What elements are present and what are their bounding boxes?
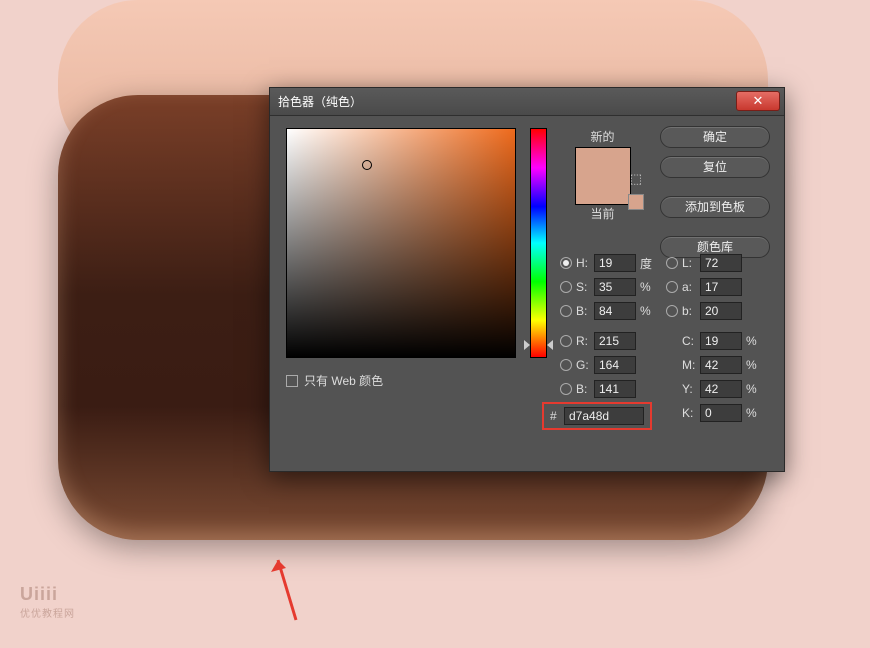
saturation-brightness-field[interactable] (286, 128, 516, 358)
new-color-label: 新的 (565, 128, 640, 145)
label-c: C: (682, 334, 700, 348)
ok-button[interactable]: 确定 (660, 126, 770, 148)
label-r: R: (576, 334, 594, 348)
radio-s[interactable] (560, 281, 572, 293)
radio-r[interactable] (560, 335, 572, 347)
dialog-buttons: 确定 复位 添加到色板 颜色库 (660, 126, 770, 266)
titlebar[interactable]: 拾色器（纯色） ✕ (270, 88, 784, 116)
unit-h: 度 (636, 255, 658, 272)
color-picker-dialog: 拾色器（纯色） ✕ 新的 当前 ⬚ 确定 复位 添加到色板 (269, 87, 785, 472)
hue-slider[interactable] (530, 128, 547, 358)
label-y: Y: (682, 382, 700, 396)
unit-b-hsb: % (636, 304, 658, 318)
input-y[interactable] (700, 380, 742, 398)
input-m[interactable] (700, 356, 742, 374)
radio-h[interactable] (560, 257, 572, 269)
radio-b-lab[interactable] (666, 305, 678, 317)
sb-cursor[interactable] (362, 160, 372, 170)
label-g: G: (576, 358, 594, 372)
input-c[interactable] (700, 332, 742, 350)
web-only-label: 只有 Web 颜色 (304, 372, 383, 389)
watermark-sub: 优优教程网 (20, 605, 75, 620)
unit-y: % (742, 382, 764, 396)
unit-k: % (742, 406, 764, 420)
label-hex: # (550, 409, 564, 423)
input-b-hsb[interactable] (594, 302, 636, 320)
input-hex[interactable] (564, 407, 644, 425)
label-m: M: (682, 358, 700, 372)
label-s: S: (576, 280, 594, 294)
radio-l[interactable] (666, 257, 678, 269)
label-a: a: (682, 280, 700, 294)
close-button[interactable]: ✕ (736, 91, 780, 111)
input-g[interactable] (594, 356, 636, 374)
label-b-lab: b: (682, 304, 700, 318)
input-k[interactable] (700, 404, 742, 422)
cube-icon[interactable]: ⬚ (628, 171, 644, 187)
label-b-rgb: B: (576, 382, 594, 396)
input-r[interactable] (594, 332, 636, 350)
hue-thumb-right-icon (547, 340, 553, 350)
input-h[interactable] (594, 254, 636, 272)
new-color-swatch[interactable] (576, 148, 630, 176)
gamut-warning-icon[interactable] (628, 194, 644, 210)
web-only-row: 只有 Web 颜色 (286, 372, 383, 389)
numeric-inputs: H: 度 L: S: % (560, 251, 772, 425)
input-b-lab[interactable] (700, 302, 742, 320)
web-only-checkbox[interactable] (286, 375, 298, 387)
unit-s: % (636, 280, 658, 294)
hex-highlight: # (542, 402, 652, 430)
close-icon: ✕ (753, 93, 764, 108)
radio-b-hsb[interactable] (560, 305, 572, 317)
window-title: 拾色器（纯色） (278, 95, 362, 109)
radio-g[interactable] (560, 359, 572, 371)
watermark: Uiiii 优优教程网 (20, 584, 75, 620)
label-b-hsb: B: (576, 304, 594, 318)
add-to-swatches-button[interactable]: 添加到色板 (660, 196, 770, 218)
radio-b-rgb[interactable] (560, 383, 572, 395)
unit-m: % (742, 358, 764, 372)
annotation-arrow-icon (266, 550, 306, 630)
color-swatch (575, 147, 631, 205)
input-l[interactable] (700, 254, 742, 272)
input-s[interactable] (594, 278, 636, 296)
watermark-brand: Uiiii (20, 584, 58, 604)
cancel-button[interactable]: 复位 (660, 156, 770, 178)
unit-c: % (742, 334, 764, 348)
input-a[interactable] (700, 278, 742, 296)
dialog-body: 新的 当前 ⬚ 确定 复位 添加到色板 颜色库 H: 度 (270, 116, 784, 471)
label-l: L: (682, 256, 700, 270)
hue-thumb-left-icon (524, 340, 530, 350)
current-color-swatch[interactable] (576, 176, 630, 204)
radio-a[interactable] (666, 281, 678, 293)
label-h: H: (576, 256, 594, 270)
input-b-rgb[interactable] (594, 380, 636, 398)
label-k: K: (682, 406, 700, 420)
